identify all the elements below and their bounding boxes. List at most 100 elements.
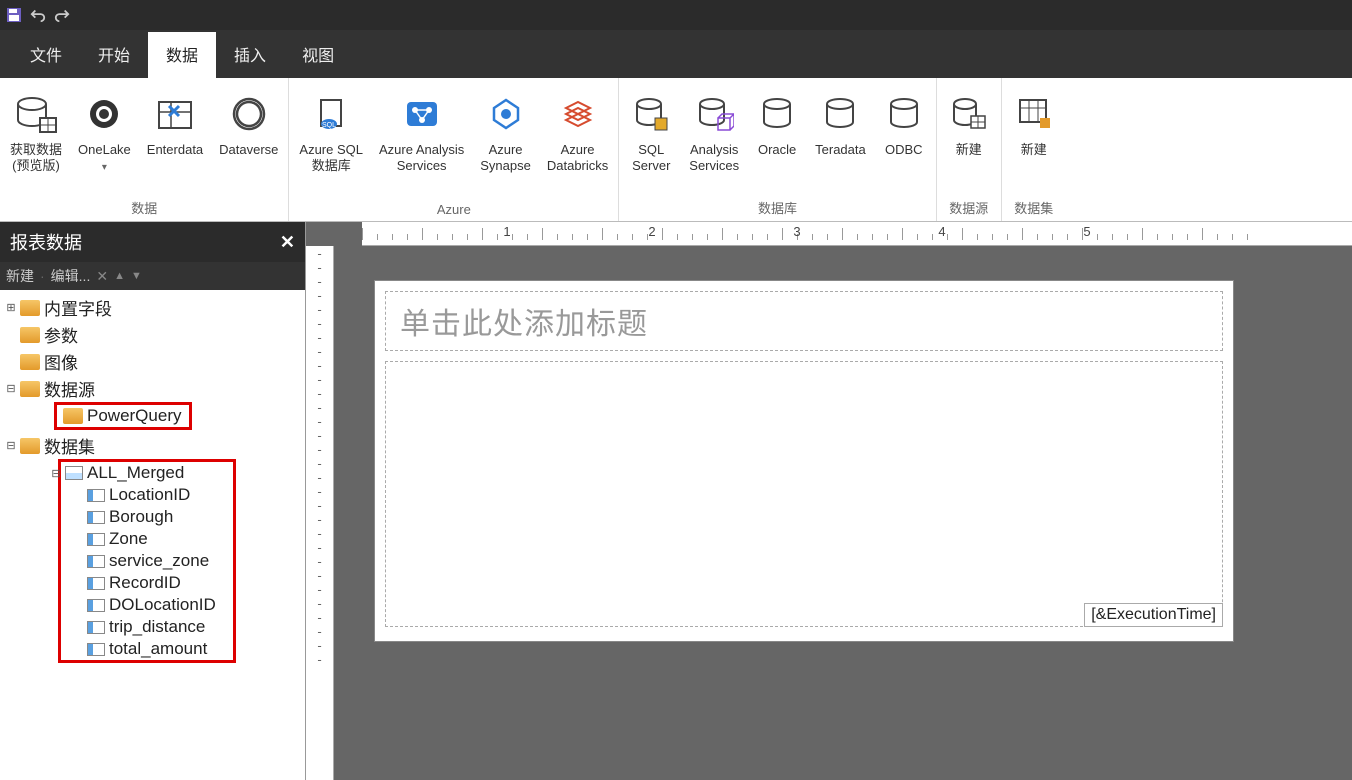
azure-sql-button[interactable]: SQL Azure SQL 数据库 — [291, 82, 371, 179]
analysis-services-icon — [694, 86, 734, 142]
tab-insert[interactable]: 插入 — [216, 32, 284, 78]
tree-field-locationid[interactable]: LocationID — [61, 484, 233, 506]
sql-server-label: SQL Server — [632, 142, 670, 175]
tree-builtin-fields[interactable]: ⊞内置字段 — [0, 294, 305, 321]
ribbon-group-data-label: 数据 — [131, 196, 157, 221]
field-icon — [87, 489, 105, 502]
onelake-icon — [84, 86, 124, 142]
get-data-button[interactable]: 获取数据 (预览版) — [2, 82, 70, 179]
odbc-icon — [886, 86, 922, 142]
sql-server-icon — [631, 86, 671, 142]
folder-icon — [20, 438, 40, 454]
ribbon: 获取数据 (预览版) OneLake▾ Enterdata Dataverse … — [0, 78, 1352, 222]
tree-field-recordid[interactable]: RecordID — [61, 572, 233, 594]
onelake-button[interactable]: OneLake▾ — [70, 82, 139, 179]
teradata-button[interactable]: Teradata — [807, 82, 874, 162]
folder-icon — [20, 381, 40, 397]
execution-time-textbox[interactable]: [&ExecutionTime] — [1084, 603, 1223, 627]
azure-synapse-label: Azure Synapse — [480, 142, 531, 175]
analysis-services-label: Analysis Services — [689, 142, 739, 175]
ribbon-group-azure: SQL Azure SQL 数据库 Azure Analysis Service… — [289, 78, 619, 221]
azure-analysis-icon — [399, 86, 445, 142]
tree-dataset-allmerged[interactable]: ⊟ALL_Merged — [61, 462, 233, 484]
database-icon — [63, 408, 83, 424]
ribbon-group-dataset: 新建 数据集 — [1002, 78, 1066, 221]
tree-images[interactable]: 图像 — [0, 348, 305, 375]
new-datasource-button[interactable]: 新建 — [939, 82, 999, 162]
ribbon-group-db-label: 数据库 — [758, 196, 797, 221]
ribbon-group-data: 获取数据 (预览版) OneLake▾ Enterdata Dataverse … — [0, 78, 289, 221]
field-icon — [87, 533, 105, 546]
horizontal-ruler: 12345 — [362, 222, 1352, 246]
azure-analysis-label: Azure Analysis Services — [379, 142, 464, 175]
new-dataset-label: 新建 — [1021, 142, 1047, 158]
azure-databricks-icon — [558, 86, 598, 142]
teradata-icon — [822, 86, 858, 142]
tree-field-borough[interactable]: Borough — [61, 506, 233, 528]
tab-file[interactable]: 文件 — [12, 32, 80, 78]
field-icon — [87, 555, 105, 568]
azure-sql-label: Azure SQL 数据库 — [299, 142, 363, 175]
enterdata-icon — [153, 86, 197, 142]
tree-field-service_zone[interactable]: service_zone — [61, 550, 233, 572]
tree-parameters[interactable]: 参数 — [0, 321, 305, 348]
tree-field-total_amount[interactable]: total_amount — [61, 638, 233, 660]
tree-datasource-powerquery[interactable]: PowerQuery — [57, 405, 189, 427]
tab-view[interactable]: 视图 — [284, 32, 352, 78]
new-datasource-icon — [949, 86, 989, 142]
tree-field-trip_distance[interactable]: trip_distance — [61, 616, 233, 638]
get-data-icon — [14, 86, 58, 142]
save-icon[interactable] — [6, 7, 22, 23]
oracle-label: Oracle — [758, 142, 796, 158]
new-dataset-button[interactable]: 新建 — [1004, 82, 1064, 162]
panel-up-icon[interactable]: ▲ — [114, 270, 125, 282]
oracle-button[interactable]: Oracle — [747, 82, 807, 162]
azure-synapse-button[interactable]: Azure Synapse — [472, 82, 539, 179]
enterdata-button[interactable]: Enterdata — [139, 82, 211, 162]
page-host[interactable]: 单击此处添加标题 [&ExecutionTime] — [362, 268, 1352, 780]
folder-icon — [20, 327, 40, 343]
report-data-tree: ⊞内置字段 参数 图像 ⊟数据源 PowerQuery ⊟数据集 ⊟ALL_Me… — [0, 290, 305, 780]
new-datasource-label: 新建 — [956, 142, 982, 158]
azure-synapse-icon — [486, 86, 526, 142]
tree-datasets[interactable]: ⊟数据集 — [0, 432, 305, 459]
new-dataset-icon — [1014, 86, 1054, 142]
panel-edit-button[interactable]: 编辑... — [51, 266, 91, 286]
enterdata-label: Enterdata — [147, 142, 203, 158]
undo-icon[interactable] — [30, 7, 46, 23]
tree-field-dolocationid[interactable]: DOLocationID — [61, 594, 233, 616]
tab-data[interactable]: 数据 — [148, 32, 216, 78]
tree-datasources[interactable]: ⊟数据源 — [0, 375, 305, 402]
table-icon — [65, 466, 83, 480]
report-page[interactable]: 单击此处添加标题 [&ExecutionTime] — [374, 280, 1234, 642]
teradata-label: Teradata — [815, 142, 866, 158]
ribbon-group-datasource-label: 数据源 — [949, 196, 988, 221]
report-body[interactable]: [&ExecutionTime] — [385, 361, 1223, 627]
panel-new-button[interactable]: 新建 — [6, 266, 34, 286]
analysis-services-button[interactable]: Analysis Services — [681, 82, 747, 179]
tab-strip: 文件 开始 数据 插入 视图 — [0, 30, 1352, 78]
panel-delete-icon[interactable]: ✕ — [96, 268, 108, 285]
get-data-label: 获取数据 (预览版) — [10, 142, 62, 175]
dataverse-button[interactable]: Dataverse — [211, 82, 286, 162]
dataverse-icon — [229, 86, 269, 142]
sql-server-button[interactable]: SQL Server — [621, 82, 681, 179]
design-canvas-area: 12345 ------------------------------ 单击此… — [306, 222, 1352, 780]
folder-icon — [20, 354, 40, 370]
odbc-button[interactable]: ODBC — [874, 82, 934, 162]
title-bar — [0, 0, 1352, 30]
redo-icon[interactable] — [54, 7, 70, 23]
panel-close-icon[interactable]: ✕ — [280, 232, 295, 253]
tab-home[interactable]: 开始 — [80, 32, 148, 78]
folder-icon — [20, 300, 40, 316]
report-title-placeholder[interactable]: 单击此处添加标题 — [385, 291, 1223, 351]
azure-analysis-button[interactable]: Azure Analysis Services — [371, 82, 472, 179]
azure-databricks-button[interactable]: Azure Databricks — [539, 82, 616, 179]
tree-field-zone[interactable]: Zone — [61, 528, 233, 550]
onelake-label: OneLake▾ — [78, 142, 131, 175]
panel-down-icon[interactable]: ▼ — [131, 270, 142, 282]
odbc-label: ODBC — [885, 142, 923, 158]
field-icon — [87, 511, 105, 524]
panel-title-bar: 报表数据 ✕ — [0, 222, 305, 262]
svg-text:SQL: SQL — [322, 122, 336, 129]
